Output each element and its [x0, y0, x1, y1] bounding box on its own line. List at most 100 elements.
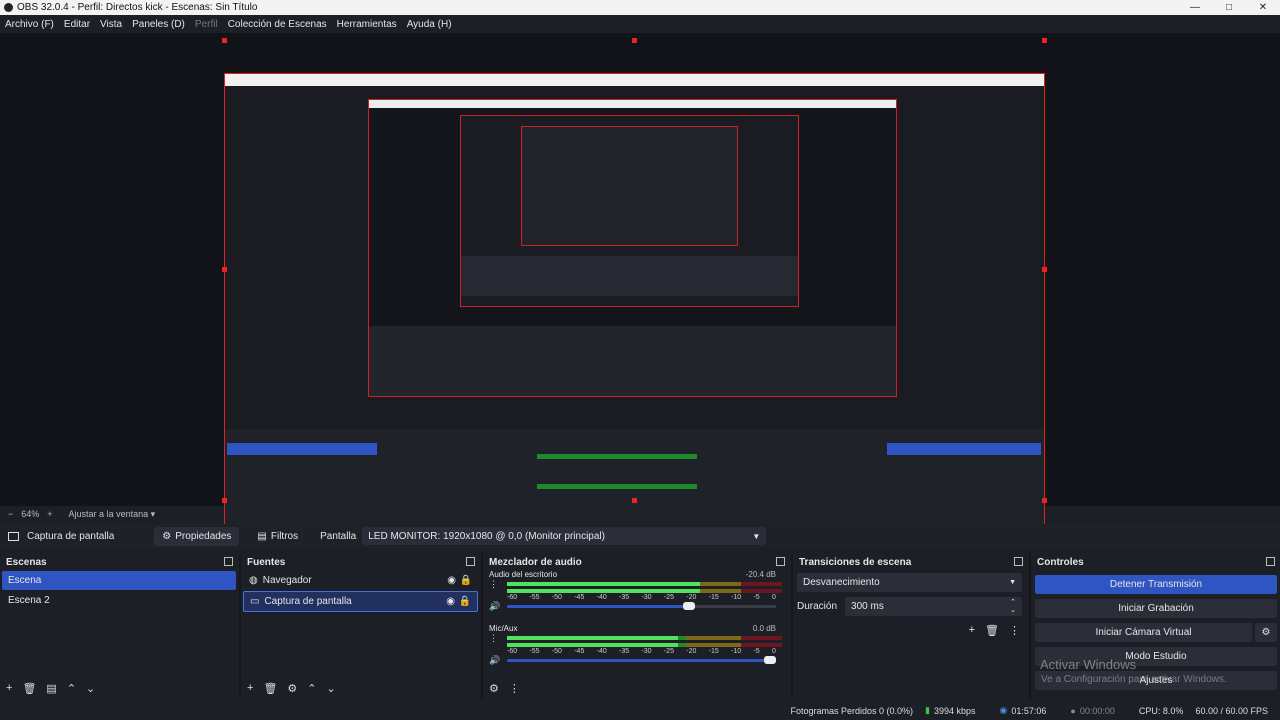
undock-icon[interactable]: [1014, 557, 1023, 566]
add-icon[interactable]: +: [6, 682, 12, 695]
chevron-down-icon: ▼: [1009, 579, 1016, 586]
scene-item[interactable]: Escena: [2, 571, 236, 590]
tick-label: -45: [574, 648, 585, 655]
tick-label: -55: [529, 648, 540, 655]
zoom-out-button[interactable]: −: [8, 509, 13, 519]
virtual-camera-settings-button[interactable]: ⚙: [1255, 623, 1277, 642]
source-toolbar: Captura de pantalla ⚙ Propiedades ▤ Filt…: [0, 524, 1280, 548]
filters-button[interactable]: ▤ Filtros: [249, 527, 306, 546]
channel-db: -20.4 dB: [745, 570, 776, 579]
fit-window-dropdown[interactable]: Ajustar a la ventana ▾: [61, 509, 156, 520]
tick-label: -15: [708, 648, 719, 655]
move-down-icon[interactable]: ⌄: [327, 682, 336, 695]
menu-coleccion-escenas[interactable]: Colección de Escenas: [228, 19, 327, 30]
trash-icon[interactable]: 🗑: [22, 682, 36, 695]
mixer-channel: Mic/Aux 0.0 dB ⋮ -60 -55 -50 -45 -40 -35 -30 -2…: [483, 612, 790, 666]
source-item[interactable]: ▭ Captura de pantalla ◉ 🔒: [243, 591, 478, 612]
zoom-in-button[interactable]: +: [47, 509, 52, 519]
fps: 60.00 / 60.00 FPS: [1195, 705, 1268, 716]
resize-handle[interactable]: [632, 498, 637, 503]
resize-handle[interactable]: [1042, 38, 1047, 43]
menu-editar[interactable]: Editar: [64, 19, 90, 30]
stepper-icon[interactable]: ⌃ ⌄: [1010, 599, 1016, 615]
audio-meter: [507, 636, 782, 640]
tick-label: -10: [731, 648, 742, 655]
undock-icon[interactable]: [776, 557, 785, 566]
source-item[interactable]: ◍ Navegador ◉ 🔒: [243, 571, 478, 590]
close-button[interactable]: ✕: [1246, 0, 1280, 15]
gear-icon[interactable]: ⚙: [287, 682, 297, 695]
speaker-icon[interactable]: 🔊: [489, 601, 501, 612]
transitions-title: Transiciones de escena: [799, 556, 912, 568]
stop-stream-button[interactable]: Detener Transmisión: [1035, 575, 1277, 594]
undock-icon[interactable]: [224, 557, 233, 566]
duration-spinbox[interactable]: 300 ms ⌃ ⌄: [845, 597, 1022, 616]
chevron-down-icon: ▼: [752, 531, 761, 541]
scene-item[interactable]: Escena 2: [2, 591, 236, 610]
audio-mixer-dock: Mezclador de audio Audio del escritorio …: [483, 554, 790, 699]
display-select-value: LED MONITOR: 1920x1080 @ 0,0 (Monitor pr…: [368, 530, 605, 542]
more-options-icon[interactable]: ⋮: [1009, 624, 1020, 637]
menu-ayuda[interactable]: Ayuda (H): [407, 19, 452, 30]
resize-handle[interactable]: [222, 38, 227, 43]
volume-slider[interactable]: [507, 602, 776, 610]
undock-icon[interactable]: [466, 557, 475, 566]
cpu-usage: CPU: 8.0%: [1138, 705, 1184, 716]
nested-title-bar: [225, 74, 1044, 86]
more-options-icon[interactable]: ⋮: [509, 682, 520, 695]
transition-select[interactable]: Desvanecimiento ▼: [797, 573, 1022, 592]
lock-icon[interactable]: 🔒: [459, 596, 471, 607]
resize-handle[interactable]: [1042, 498, 1047, 503]
activate-windows-watermark: Activar Windows: [1040, 657, 1137, 672]
volume-slider[interactable]: [507, 656, 776, 664]
zoom-bar: − 64% + Ajustar a la ventana ▾: [0, 506, 1280, 522]
more-options-icon[interactable]: ⋮: [489, 633, 499, 644]
gear-icon: ⚙: [162, 530, 172, 542]
move-down-icon[interactable]: ⌄: [86, 682, 95, 695]
dropped-frames: Fotogramas Perdidos 0 (0.0%): [790, 705, 914, 716]
maximize-button[interactable]: □: [1212, 0, 1246, 15]
trash-icon[interactable]: 🗑: [263, 682, 277, 695]
signal-icon: ▮: [925, 705, 930, 715]
undock-icon[interactable]: [1266, 557, 1275, 566]
lock-icon[interactable]: 🔒: [460, 575, 472, 586]
duration-label: Duración: [797, 601, 838, 612]
resize-handle[interactable]: [632, 38, 637, 43]
move-up-icon[interactable]: ⌃: [67, 682, 76, 695]
transitions-dock: Transiciones de escena Desvanecimiento ▼…: [793, 554, 1028, 699]
display-select[interactable]: LED MONITOR: 1920x1080 @ 0,0 (Monitor pr…: [362, 527, 767, 545]
tick-label: -25: [663, 648, 674, 655]
resize-handle[interactable]: [1042, 267, 1047, 272]
start-recording-button[interactable]: Iniciar Grabación: [1035, 599, 1277, 618]
gear-icon: ⚙: [1261, 627, 1271, 638]
window-title: OBS 32.0.4 - Perfil: Directos kick - Esc…: [17, 2, 258, 13]
preview-area[interactable]: [0, 33, 1280, 534]
preview-canvas[interactable]: [224, 73, 1045, 534]
gear-icon[interactable]: ⚙: [489, 682, 499, 695]
resize-handle[interactable]: [222, 498, 227, 503]
menu-bar: Archivo (F) Editar Vista Paneles (D) Per…: [0, 15, 1280, 33]
filter-icon[interactable]: ▤: [46, 682, 56, 695]
sources-dock: Fuentes ◍ Navegador ◉ 🔒 ▭ Captura de pan…: [241, 554, 480, 699]
add-icon[interactable]: +: [247, 682, 253, 695]
more-options-icon[interactable]: ⋮: [489, 579, 499, 590]
speaker-icon[interactable]: 🔊: [489, 655, 501, 666]
bitrate-value: 3994 kbps: [933, 705, 976, 716]
start-virtual-camera-button[interactable]: Iniciar Cámara Virtual: [1035, 623, 1252, 642]
eye-icon[interactable]: ◉: [446, 596, 455, 607]
tick-label: -35: [619, 648, 630, 655]
menu-paneles[interactable]: Paneles (D): [132, 19, 185, 30]
eye-icon[interactable]: ◉: [447, 575, 456, 586]
move-up-icon[interactable]: ⌃: [307, 682, 316, 695]
menu-perfil[interactable]: Perfil: [195, 19, 218, 30]
menu-vista[interactable]: Vista: [100, 19, 122, 30]
menu-archivo[interactable]: Archivo (F): [5, 19, 54, 30]
minimize-button[interactable]: —: [1178, 0, 1212, 15]
trash-icon[interactable]: 🗑: [985, 624, 999, 637]
resize-handle[interactable]: [222, 267, 227, 272]
properties-button[interactable]: ⚙ Propiedades: [154, 526, 240, 546]
menu-herramientas[interactable]: Herramientas: [337, 19, 397, 30]
mixer-title: Mezclador de audio: [489, 556, 582, 568]
tick-label: -5: [753, 648, 760, 655]
add-icon[interactable]: +: [969, 624, 975, 637]
